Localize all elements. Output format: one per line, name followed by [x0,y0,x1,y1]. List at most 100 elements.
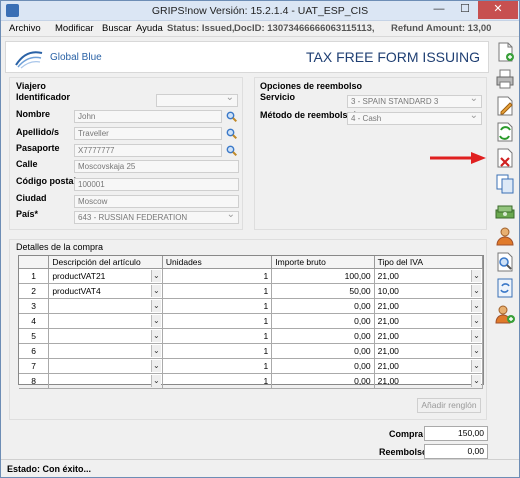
menu-archivo[interactable]: Archivo [9,23,41,34]
ciudad-field[interactable]: Moscow [74,195,239,208]
copy-icon[interactable] [494,173,516,195]
amount-cell[interactable]: 0,00 [271,328,375,344]
menu-buscar[interactable]: Buscar [102,23,132,34]
pasaporte-field[interactable]: X7777777 [74,144,222,157]
row-number: 5 [19,328,50,344]
chevron-down-icon[interactable]: ⌄ [471,329,481,342]
col-row-number [19,256,50,269]
col-descripcion[interactable]: Descripción del artículo [48,256,163,269]
vat-cell[interactable]: 21,00 ⌄ [374,328,484,344]
units-cell[interactable]: 1 [162,283,273,299]
maximize-button[interactable]: ☐ [452,1,478,19]
chevron-down-icon[interactable]: ⌄ [150,269,161,282]
description-cell[interactable]: ⌄ [48,343,163,359]
chevron-down-icon[interactable]: ⌄ [471,344,481,357]
chevron-down-icon[interactable]: ⌄ [471,314,481,327]
minimize-button[interactable]: — [426,1,452,19]
user-add-icon[interactable] [494,303,516,325]
servicio-label: Servicio [260,92,296,102]
description-cell[interactable]: ⌄ [48,328,163,344]
units-cell[interactable]: 1 [162,373,273,389]
col-importe[interactable]: Importe bruto [271,256,375,269]
user-icon[interactable] [494,225,516,247]
codigo-postal-field[interactable]: 100001 [74,178,239,191]
units-cell[interactable]: 1 [162,313,273,329]
search-document-icon[interactable] [494,251,516,273]
servicio-select[interactable]: 3 - SPAIN STANDARD 3 [347,95,482,108]
chevron-down-icon[interactable]: ⌄ [471,269,481,282]
nombre-label: Nombre [16,109,51,119]
chevron-down-icon[interactable]: ⌄ [150,314,161,327]
new-document-icon[interactable] [494,41,516,63]
logo-text: Global Blue [50,52,102,63]
search-icon[interactable] [226,145,237,156]
chevron-down-icon[interactable]: ⌄ [471,299,481,312]
vat-cell[interactable]: 21,00 ⌄ [374,313,484,329]
add-row-button[interactable]: Añadir renglón [417,398,481,413]
amount-cell[interactable]: 0,00 [271,313,375,329]
units-cell[interactable]: 1 [162,328,273,344]
vat-cell[interactable]: 21,00 ⌄ [374,268,484,284]
table-row: 6 ⌄ 1 0,00 21,00 ⌄ [19,343,484,359]
compra-total-value: 150,00 [424,426,488,441]
units-cell[interactable]: 1 [162,343,273,359]
amount-cell[interactable]: 0,00 [271,343,375,359]
description-cell[interactable]: productVAT4 ⌄ [48,283,163,299]
close-button[interactable]: ✕ [478,1,518,19]
refresh-icon[interactable] [494,121,516,143]
col-unidades[interactable]: Unidades [162,256,273,269]
pais-select[interactable]: 643 - RUSSIAN FEDERATION [74,211,239,224]
nombre-field[interactable]: John [74,110,222,123]
row-number: 4 [19,313,50,329]
chevron-down-icon[interactable]: ⌄ [150,344,161,357]
vat-cell[interactable]: 21,00 ⌄ [374,343,484,359]
identificador-select[interactable] [156,94,238,107]
chevron-down-icon[interactable]: ⌄ [471,374,481,387]
print-icon[interactable] [494,68,516,90]
amount-cell[interactable]: 50,00 [271,283,375,299]
menu-ayuda[interactable]: Ayuda [136,23,163,34]
units-cell[interactable]: 1 [162,358,273,374]
description-cell[interactable]: ⌄ [48,373,163,389]
calle-field[interactable]: Moscovskaja 25 [74,160,239,173]
amount-cell[interactable]: 0,00 [271,358,375,374]
chevron-down-icon[interactable]: ⌄ [150,359,161,372]
money-icon[interactable] [494,199,516,221]
reembolso-total-value: 0,00 [424,444,488,459]
void-icon[interactable] [494,147,516,169]
chevron-down-icon[interactable]: ⌄ [150,299,161,312]
metodo-select[interactable]: 4 - Cash [347,112,482,125]
vat-cell[interactable]: 10,00 ⌄ [374,283,484,299]
apellido-field[interactable]: Traveller [74,127,222,140]
chevron-down-icon[interactable]: ⌄ [150,284,161,297]
vat-cell[interactable]: 21,00 ⌄ [374,358,484,374]
amount-cell[interactable]: 100,00 [271,268,375,284]
description-cell[interactable]: ⌄ [48,313,163,329]
edit-icon[interactable] [494,95,516,117]
description-cell[interactable]: ⌄ [48,358,163,374]
chevron-down-icon[interactable]: ⌄ [471,359,481,372]
vat-cell[interactable]: 21,00 ⌄ [374,373,484,389]
search-icon[interactable] [226,111,237,122]
ciudad-label: Ciudad [16,193,47,203]
codigo-postal-label: Código postal [16,176,76,186]
amount-cell[interactable]: 0,00 [271,373,375,389]
chevron-down-icon[interactable]: ⌄ [471,284,481,297]
apellido-label: Apellido/s [16,127,60,137]
chevron-down-icon[interactable]: ⌄ [150,329,161,342]
units-cell[interactable]: 1 [162,268,273,284]
menu-modificar[interactable]: Modificar [55,23,94,34]
search-icon[interactable] [226,128,237,139]
compra-title: Detalles de la compra [16,242,104,252]
amount-cell[interactable]: 0,00 [271,298,375,314]
table-row: 2 productVAT4 ⌄ 1 50,00 10,00 ⌄ [19,283,484,299]
vat-cell[interactable]: 21,00 ⌄ [374,298,484,314]
row-number: 3 [19,298,50,314]
description-cell[interactable]: ⌄ [48,298,163,314]
pasaporte-label: Pasaporte [16,143,60,153]
units-cell[interactable]: 1 [162,298,273,314]
description-cell[interactable]: productVAT21 ⌄ [48,268,163,284]
col-iva[interactable]: Tipo del IVA [374,256,484,269]
sync-document-icon[interactable] [494,277,516,299]
chevron-down-icon[interactable]: ⌄ [150,374,161,387]
